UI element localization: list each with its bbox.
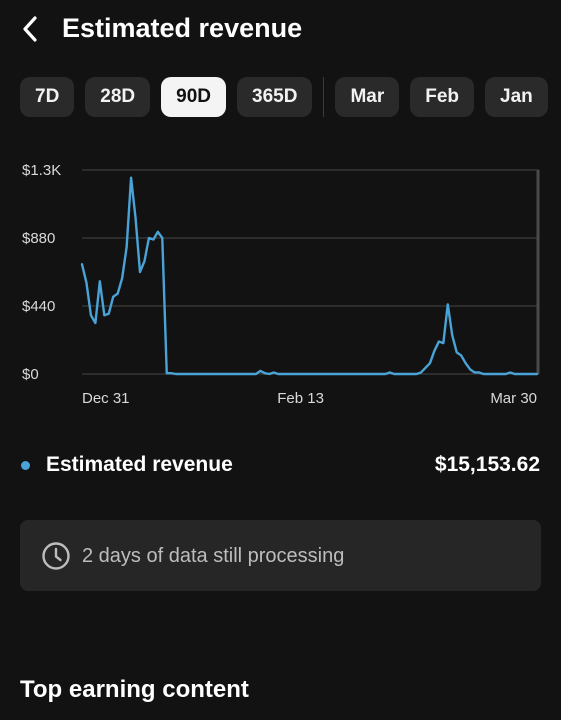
summary-value: $15,153.62 xyxy=(434,453,540,476)
clock-icon xyxy=(42,542,70,570)
date-range-chips: 7D 28D 90D 365D Mar Feb Jan xyxy=(20,77,559,117)
y-tick-label: $1.3K xyxy=(22,162,61,179)
revenue-chart: $0 $440 $880 $1.3K Dec 31 Feb 13 Mar 30 xyxy=(0,150,561,415)
chip-28d[interactable]: 28D xyxy=(85,77,151,117)
revenue-chart-svg: $0 $440 $880 $1.3K Dec 31 Feb 13 Mar 30 xyxy=(22,162,540,407)
section-title: Top earning content xyxy=(20,676,249,703)
top-bar: Estimated revenue xyxy=(0,0,561,56)
page-title: Estimated revenue xyxy=(62,13,303,43)
notice-text: 2 days of data still processing xyxy=(82,545,345,567)
y-tick-label: $0 xyxy=(22,366,39,383)
x-tick-label: Dec 31 xyxy=(82,390,130,407)
chip-jan[interactable]: Jan xyxy=(485,77,548,117)
revenue-summary-row: Estimated revenue $15,153.62 xyxy=(20,449,540,481)
chip-feb[interactable]: Feb xyxy=(410,77,475,117)
back-button[interactable] xyxy=(14,12,48,46)
y-tick-label: $880 xyxy=(22,230,55,247)
summary-label: Estimated revenue xyxy=(46,453,233,476)
chip-365d[interactable]: 365D xyxy=(237,77,313,117)
processing-notice: 2 days of data still processing xyxy=(20,520,541,591)
series-dot xyxy=(21,461,30,470)
chip-7d[interactable]: 7D xyxy=(20,77,75,117)
chip-mar[interactable]: Mar xyxy=(335,77,400,117)
x-tick-label: Mar 30 xyxy=(490,390,537,407)
revenue-series-line xyxy=(80,176,539,376)
chevron-left-icon xyxy=(23,16,37,42)
chip-90d[interactable]: 90D xyxy=(161,77,227,117)
x-tick-label: Feb 13 xyxy=(277,390,324,407)
y-tick-label: $440 xyxy=(22,298,55,315)
chip-divider xyxy=(323,77,325,117)
